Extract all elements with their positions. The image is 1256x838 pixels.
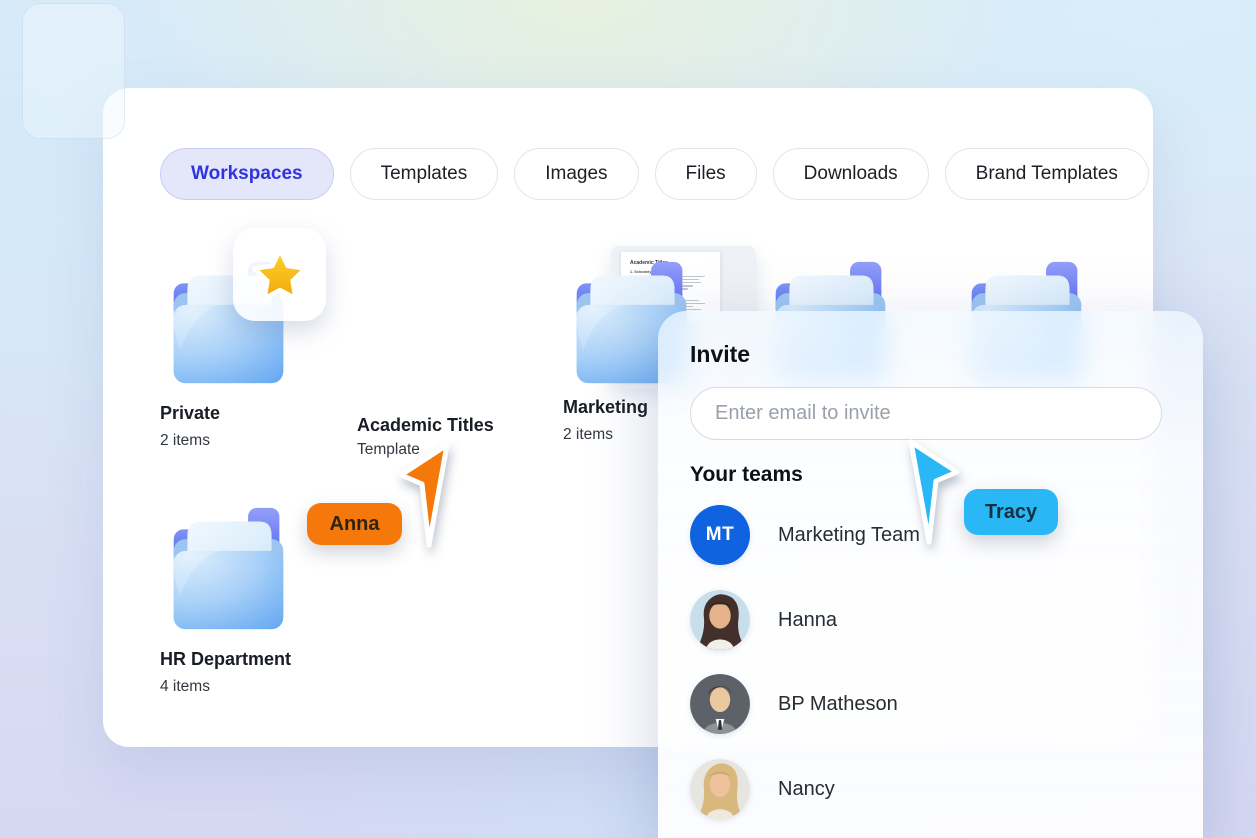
tab-templates[interactable]: Templates <box>350 148 499 200</box>
team-row-hanna[interactable]: Hanna <box>690 590 1170 650</box>
folder-card-hr-department[interactable]: HR Department 4 items <box>160 500 320 696</box>
invite-email-input[interactable] <box>690 387 1162 440</box>
screen: Workspaces Templates Images Files Downlo… <box>0 0 1256 838</box>
tab-label: Downloads <box>804 163 898 185</box>
member-name: Marketing Team <box>778 524 920 547</box>
tab-files[interactable]: Files <box>655 148 757 200</box>
team-row-bp-matheson[interactable]: BP Matheson <box>690 674 1170 734</box>
portrait-nancy-icon <box>690 759 750 819</box>
tab-label: Workspaces <box>191 163 303 185</box>
tab-images[interactable]: Images <box>514 148 638 200</box>
team-row-nancy[interactable]: Nancy <box>690 759 1170 819</box>
collaborator-label-anna: Anna <box>307 503 402 545</box>
favorite-badge <box>233 228 326 321</box>
template-type: Template <box>357 441 420 459</box>
team-row-marketing-team[interactable]: MT Marketing Team <box>690 505 1170 565</box>
folder-name: Private <box>160 403 320 424</box>
folder-item-count: 4 items <box>160 678 320 696</box>
portrait-hanna-icon <box>690 590 750 650</box>
avatar-initials: MT <box>706 524 734 546</box>
tab-label: Files <box>686 163 726 185</box>
star-icon <box>249 244 311 306</box>
invite-panel: Invite Your teams MT Marketing Team <box>658 311 1203 838</box>
tab-workspaces[interactable]: Workspaces <box>160 148 334 200</box>
folder-item-count: 2 items <box>160 432 320 450</box>
folder-card-private[interactable]: Private 2 items <box>160 254 320 450</box>
portrait-bp-matheson-icon <box>690 674 750 734</box>
folder-name: HR Department <box>160 649 320 670</box>
folder-icon <box>160 500 297 637</box>
category-tabs: Workspaces Templates Images Files Downlo… <box>160 148 1149 200</box>
tab-brand-templates[interactable]: Brand Templates <box>945 148 1149 200</box>
avatar-hanna <box>690 590 750 650</box>
avatar-bp-matheson <box>690 674 750 734</box>
tab-downloads[interactable]: Downloads <box>773 148 929 200</box>
member-name: BP Matheson <box>778 693 898 716</box>
member-name: Hanna <box>778 609 837 632</box>
avatar-marketing-team: MT <box>690 505 750 565</box>
cursor-name: Anna <box>330 513 380 536</box>
tab-label: Templates <box>381 163 468 185</box>
tab-label: Brand Templates <box>976 163 1118 185</box>
avatar-nancy <box>690 759 750 819</box>
cursor-name: Tracy <box>985 501 1037 524</box>
invite-panel-title: Invite <box>690 341 750 368</box>
member-name: Nancy <box>778 778 835 801</box>
your-teams-heading: Your teams <box>690 463 803 487</box>
template-name: Academic Titles <box>357 415 557 436</box>
collaborator-label-tracy: Tracy <box>964 489 1058 535</box>
background-ghost-card <box>22 3 125 139</box>
tab-label: Images <box>545 163 607 185</box>
